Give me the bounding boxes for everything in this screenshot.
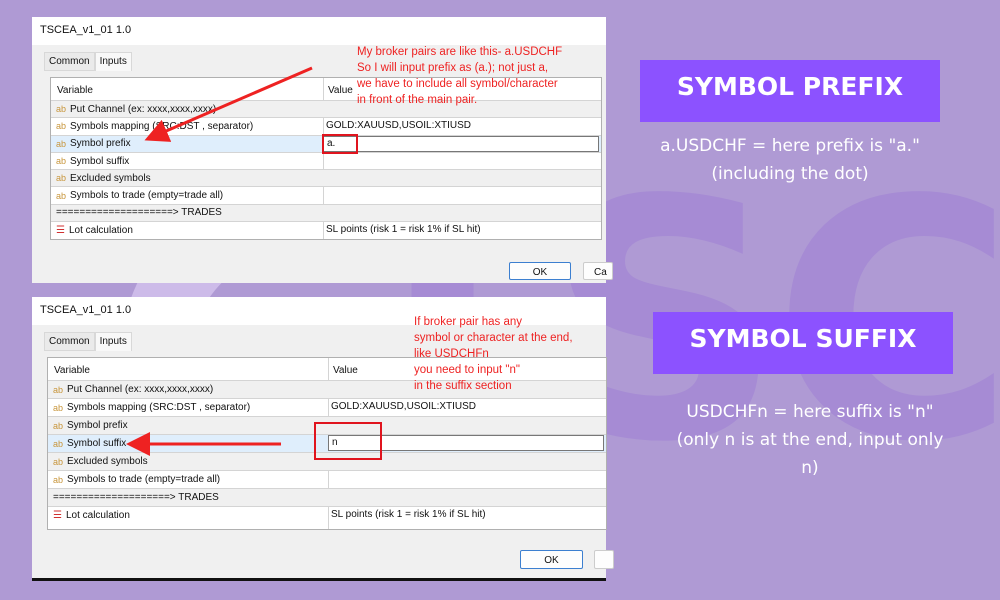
- prefix-arrow: [144, 66, 313, 142]
- taskbar-edge: [32, 578, 606, 581]
- annotation-arrows: [126, 66, 313, 456]
